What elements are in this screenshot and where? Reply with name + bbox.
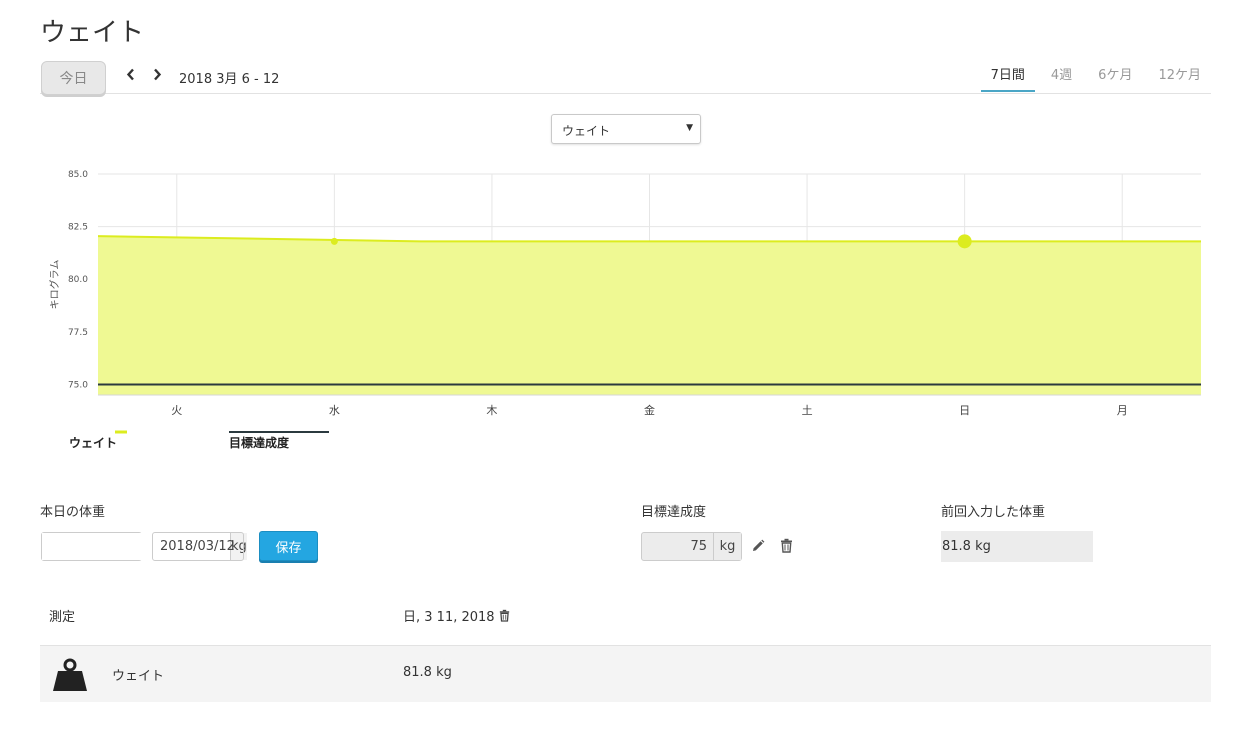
measurements-header: 測定 日, 3 11, 2018 — [40, 596, 1211, 646]
date-range-label: 2018 3月 6 - 12 — [179, 72, 280, 87]
chevron-right-icon — [153, 68, 161, 80]
weight-chart: 75.0 77.5 80.0 82.5 85.0 火 水 木 金 土 日 月 キログラム — [48, 170, 1201, 417]
last-weight-label: 前回入力した体重 — [941, 505, 1046, 520]
y-tick-label: 75.0 — [68, 380, 88, 390]
pencil-icon — [753, 539, 765, 551]
tab-7-days[interactable]: 7日間 — [980, 58, 1035, 92]
table-row[interactable]: ウェイト 81.8 kg — [40, 646, 1211, 702]
weight-field[interactable]: kg — [41, 532, 247, 561]
trash-icon — [780, 538, 792, 553]
page-title: ウェイト — [40, 18, 145, 48]
goal-unit: kg — [713, 533, 741, 560]
x-tick-label: 木 — [486, 404, 497, 417]
y-tick-label: 82.5 — [68, 223, 88, 233]
date-field[interactable]: 2018/03/12 — [152, 532, 244, 561]
chevron-left-icon — [126, 68, 134, 80]
x-tick-label: 土 — [802, 404, 813, 417]
x-tick-label: 金 — [644, 403, 655, 417]
y-tick-label: 77.5 — [68, 328, 88, 338]
next-week-button[interactable] — [149, 64, 165, 84]
last-weight-value: 81.8 kg — [941, 531, 1093, 562]
kettlebell-weight-icon — [53, 658, 87, 691]
x-tick-label: 火 — [171, 404, 182, 417]
trash-icon[interactable] — [499, 609, 510, 622]
legend-weight-label: ウェイト — [69, 436, 118, 450]
measurements-label: 測定 — [49, 610, 76, 625]
legend-goal-label: 目標達成度 — [229, 436, 290, 450]
legend-goal-swatch — [229, 431, 329, 433]
legend-weight-swatch — [115, 430, 127, 434]
y-tick-label: 85.0 — [68, 170, 88, 180]
measurement-date-text: 日, 3 11, 2018 — [403, 610, 495, 625]
measurement-value: 81.8 kg — [403, 665, 452, 680]
y-axis-label: キログラム — [48, 260, 61, 310]
measurement-date: 日, 3 11, 2018 — [403, 606, 510, 625]
edit-goal-button[interactable] — [750, 537, 766, 555]
prev-week-button[interactable] — [122, 64, 138, 84]
data-point — [957, 234, 972, 249]
weight-area — [98, 236, 1201, 395]
legend-weight[interactable]: ウェイト — [69, 430, 127, 451]
x-tick-label: 水 — [329, 404, 340, 417]
caret-down-icon: ▼ — [686, 123, 693, 133]
legend-goal[interactable]: 目標達成度 — [229, 431, 329, 451]
today-weight-label: 本日の体重 — [40, 505, 106, 520]
goal-label: 目標達成度 — [641, 505, 707, 520]
metric-select[interactable]: ウェイト ▼ — [551, 114, 701, 144]
data-point — [330, 237, 338, 245]
save-button[interactable]: 保存 — [259, 531, 318, 561]
today-button[interactable]: 今日 — [41, 61, 106, 95]
metric-select-value: ウェイト — [562, 124, 611, 138]
measurement-name: ウェイト — [112, 669, 165, 684]
x-tick-label: 月 — [1117, 404, 1128, 417]
x-tick-label: 日 — [959, 404, 970, 417]
date-toolbar: 今日 2018 3月 6 - 12 7日間 4週 6ケ月 12ケ月 — [40, 58, 1211, 95]
tab-6-months[interactable]: 6ケ月 — [1088, 58, 1142, 92]
tab-12-months[interactable]: 12ケ月 — [1148, 58, 1211, 92]
tab-4-weeks[interactable]: 4週 — [1041, 58, 1082, 92]
period-tabs: 7日間 4週 6ケ月 12ケ月 — [975, 58, 1211, 94]
goal-value: 75 — [690, 539, 707, 554]
y-tick-label: 80.0 — [68, 275, 88, 285]
delete-goal-button[interactable] — [778, 536, 794, 554]
goal-field: 75 kg — [641, 532, 742, 561]
